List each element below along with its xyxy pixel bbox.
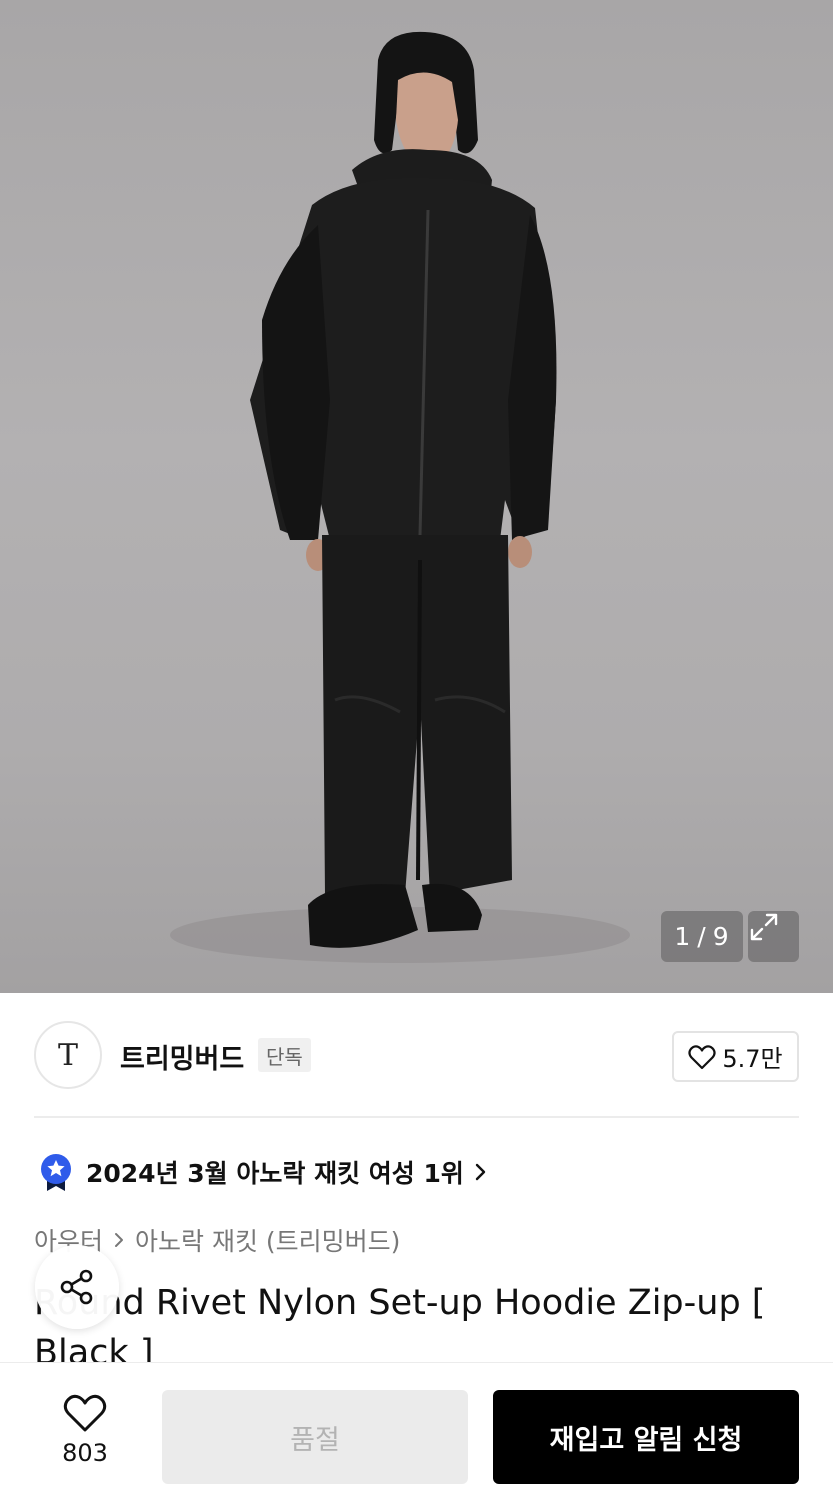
restock-alert-button[interactable]: 재입고 알림 신청 [493, 1390, 799, 1484]
breadcrumb-subcategory[interactable]: 아노락 재킷 (트리밍버드) [135, 1222, 400, 1258]
brand-row: T 트리밍버드 단독 5.7만 [34, 1021, 799, 1091]
wishlist-count: 803 [62, 1439, 108, 1467]
bottom-action-bar: 803 품절 재입고 알림 신청 [0, 1362, 833, 1500]
heart-outline-icon [63, 1394, 107, 1432]
counter-current: 1 [674, 922, 692, 951]
share-icon [60, 1269, 93, 1305]
soldout-button: 품절 [162, 1390, 468, 1484]
brand-logo-text: T [57, 1037, 78, 1073]
heart-outline-icon [688, 1044, 717, 1069]
ranking-link[interactable]: 2024년 3월 아노락 재킷 여성 1위 [38, 1152, 488, 1192]
star-medal-icon [41, 1154, 71, 1191]
chevron-right-icon [115, 1233, 124, 1247]
exclusive-badge: 단독 [258, 1038, 311, 1072]
brand-name[interactable]: 트리밍버드 [120, 1037, 244, 1076]
wishlist-button[interactable]: 803 [44, 1393, 126, 1477]
image-counter: 1 / 9 [661, 911, 743, 962]
expand-icon [750, 913, 778, 941]
brand-like-button[interactable]: 5.7만 [672, 1031, 799, 1082]
brand-logo[interactable]: T [34, 1021, 102, 1089]
product-image[interactable]: 1 / 9 [0, 0, 833, 993]
brand-like-count: 5.7만 [722, 1045, 783, 1073]
divider [34, 1116, 799, 1118]
counter-total: 9 [712, 922, 730, 951]
share-button[interactable] [35, 1245, 119, 1329]
chevron-right-icon [475, 1163, 486, 1181]
counter-separator: / [697, 922, 707, 951]
ranking-text: 2024년 3월 아노락 재킷 여성 1위 [86, 1159, 464, 1188]
expand-button[interactable] [748, 911, 799, 962]
model-photo [170, 31, 630, 963]
